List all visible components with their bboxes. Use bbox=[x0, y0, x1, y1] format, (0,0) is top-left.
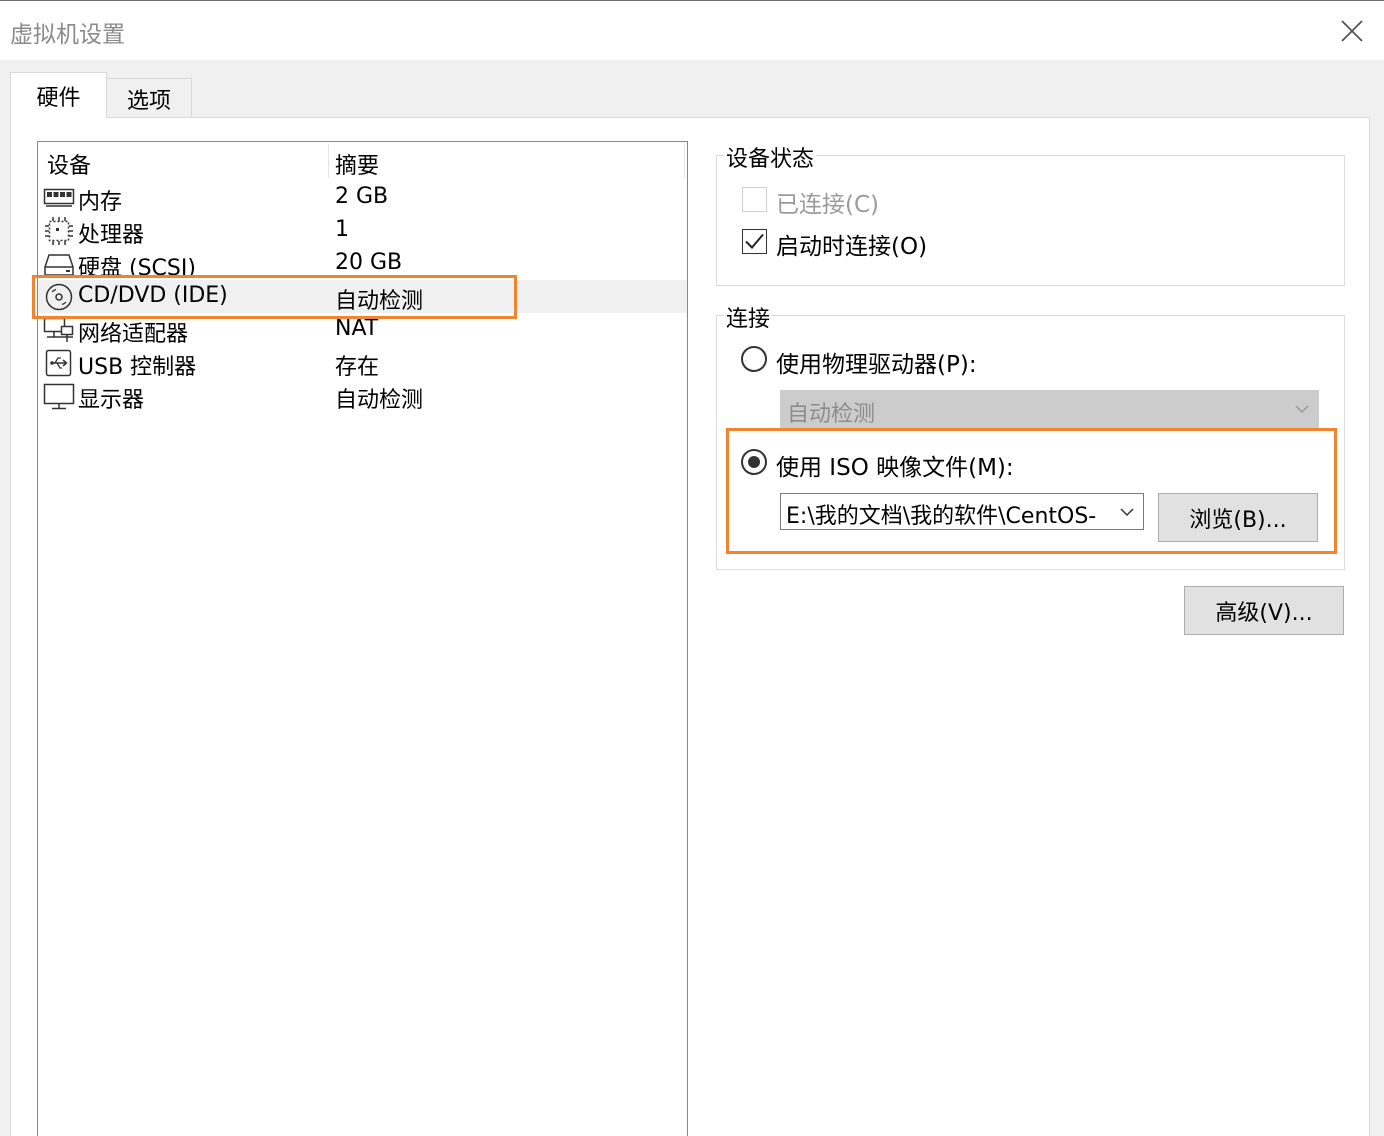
processor-icon bbox=[43, 216, 75, 246]
advanced-button[interactable]: 高级(V)... bbox=[1184, 586, 1344, 635]
device-status-title: 设备状态 bbox=[724, 141, 817, 173]
column-divider[interactable] bbox=[328, 144, 329, 178]
device-name: 网络适配器 bbox=[78, 322, 189, 347]
device-row-hard-disk[interactable]: 硬盘 (SCSI) 20 GB bbox=[38, 247, 687, 281]
device-row-display[interactable]: 显示器 自动检测 bbox=[38, 379, 687, 413]
device-summary: 20 GB bbox=[335, 250, 403, 275]
device-row-memory[interactable]: 内存 2 GB bbox=[38, 181, 687, 215]
checkmark-icon bbox=[745, 233, 764, 249]
device-status-group bbox=[716, 155, 1345, 286]
device-list-header: 设备 摘要 bbox=[38, 142, 687, 180]
device-summary: 自动检测 bbox=[335, 289, 424, 314]
physical-drive-select-value: 自动检测 bbox=[787, 402, 876, 427]
iso-path-combobox[interactable]: E:\我的文档\我的软件\CentOS- bbox=[780, 493, 1144, 530]
device-row-network-adapter[interactable]: 网络适配器 NAT bbox=[38, 313, 687, 347]
device-summary: 自动检测 bbox=[335, 388, 424, 413]
iso-image-label: 使用 ISO 映像文件(M): bbox=[776, 455, 1014, 481]
radio-dot bbox=[748, 456, 760, 468]
device-summary: 2 GB bbox=[335, 184, 389, 209]
connected-label: 已连接(C) bbox=[776, 192, 880, 218]
device-summary: 存在 bbox=[335, 355, 380, 380]
display-icon bbox=[43, 381, 75, 411]
column-divider[interactable] bbox=[684, 144, 685, 178]
connected-checkbox[interactable] bbox=[742, 187, 767, 212]
memory-icon bbox=[43, 183, 75, 213]
chevron-down-icon bbox=[1120, 508, 1134, 517]
physical-drive-label: 使用物理驱动器(P): bbox=[776, 352, 977, 378]
device-name: 内存 bbox=[78, 190, 123, 215]
close-button[interactable] bbox=[1330, 13, 1374, 49]
device-summary: 1 bbox=[335, 217, 349, 242]
column-header-device[interactable]: 设备 bbox=[47, 148, 91, 180]
device-row-processor[interactable]: 处理器 1 bbox=[38, 214, 687, 248]
tab-hardware[interactable]: 硬件 bbox=[10, 72, 107, 118]
device-name: CD/DVD (IDE) bbox=[78, 283, 228, 308]
device-list: 设备 摘要 内存 2 GB 处理器 1 硬盘 (SCSI) 20 GB CD/D… bbox=[37, 141, 688, 1136]
device-summary: NAT bbox=[335, 316, 379, 341]
connect-at-power-on-label: 启动时连接(O) bbox=[776, 234, 928, 260]
column-header-summary[interactable]: 摘要 bbox=[335, 148, 379, 180]
device-row-cd-dvd[interactable]: CD/DVD (IDE) 自动检测 bbox=[38, 280, 687, 314]
tab-options[interactable]: 选项 bbox=[106, 78, 192, 118]
window-title: 虚拟机设置 bbox=[10, 22, 125, 48]
usb-icon bbox=[43, 348, 75, 378]
browse-button[interactable]: 浏览(B)... bbox=[1158, 493, 1318, 542]
device-name: USB 控制器 bbox=[78, 355, 197, 380]
hard-disk-icon bbox=[43, 249, 75, 279]
device-row-usb[interactable]: USB 控制器 存在 bbox=[38, 346, 687, 380]
connection-title: 连接 bbox=[724, 301, 773, 333]
cd-dvd-icon bbox=[43, 282, 75, 312]
iso-image-radio[interactable] bbox=[741, 449, 767, 475]
physical-drive-radio[interactable] bbox=[741, 346, 767, 372]
device-name: 硬盘 (SCSI) bbox=[78, 256, 196, 281]
device-name: 显示器 bbox=[78, 388, 145, 413]
close-icon bbox=[1341, 20, 1363, 42]
chevron-down-icon bbox=[1295, 405, 1309, 414]
connect-at-power-on-checkbox[interactable] bbox=[742, 229, 767, 254]
physical-drive-select[interactable]: 自动检测 bbox=[780, 390, 1319, 428]
iso-path-value: E:\我的文档\我的软件\CentOS- bbox=[786, 504, 1097, 529]
device-name: 处理器 bbox=[78, 223, 145, 248]
network-adapter-icon bbox=[43, 315, 75, 345]
title-bar: 虚拟机设置 bbox=[0, 0, 1384, 60]
